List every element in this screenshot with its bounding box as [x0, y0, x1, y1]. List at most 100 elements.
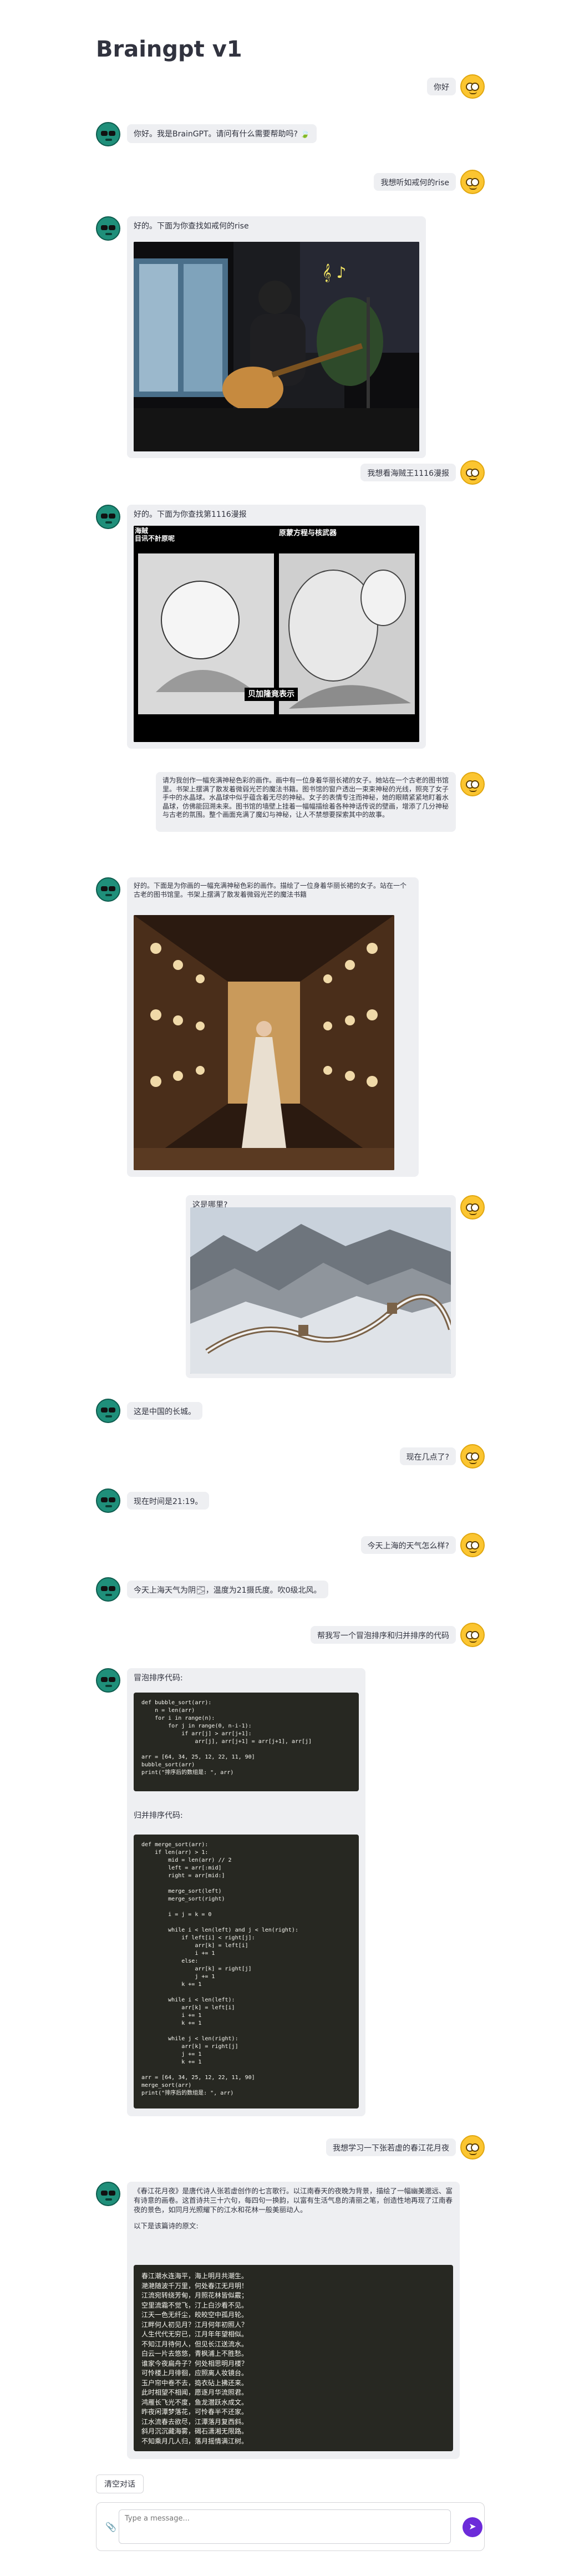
merge-sort-code-line: j += 1: [141, 2051, 202, 2057]
chat-message-assistant: 现在时间是21:19。: [96, 1488, 485, 1513]
great-wall-image: [190, 1207, 451, 1374]
user-avatar-icon: [460, 170, 485, 194]
merge-sort-code-line: arr[k] = left[i]: [141, 2005, 235, 2011]
merge-sort-code-line: arr[k] = right[j]: [141, 2044, 238, 2050]
merge-sort-code-line: if left[i] < right[j]:: [141, 1935, 255, 1941]
library-painting-illustration: [134, 915, 394, 1170]
poem-line: 谁家今夜扁舟子？何处相思明月楼？: [141, 2359, 248, 2367]
message-bubble: 《春江花月夜》是唐代诗人张若虚创作的七言歌行。以江南春天的夜晚为背景，描绘了一幅…: [127, 2182, 460, 2459]
message-bubble: 好的。下面为你查找如戒何的rise 𝄞 ♪: [127, 216, 426, 458]
poem-line: 玉户帘中卷不去，捣衣砧上拂还来。: [141, 2379, 248, 2387]
message-text: 今天上海的天气怎么样?: [360, 1536, 456, 1554]
bot-avatar-icon: [96, 122, 120, 146]
merge-sort-code-line: arr[k] = right[j]: [141, 1966, 252, 1972]
send-icon[interactable]: ➤: [463, 2517, 482, 2537]
poem-line: 不知江月待何人，但见长江送流水。: [141, 2340, 248, 2348]
merge-sort-code-line: else:: [141, 1958, 199, 1964]
merge-sort-code-line: while i < len(left):: [141, 1997, 235, 2003]
message-bubble: 冒泡排序代码: def bubble_sort(arr): n = len(ar…: [127, 1668, 365, 2116]
message-input[interactable]: [119, 2509, 451, 2544]
chat-message-assistant: 《春江花月夜》是唐代诗人张若虚创作的七言歌行。以江南春天的夜晚为背景，描绘了一幅…: [96, 2182, 485, 2459]
bubble-sort-code-line: n = len(arr): [141, 1708, 195, 1714]
merge-sort-code-line: def merge_sort(arr):: [141, 1842, 209, 1848]
chat-message-user: 请为我创作一幅充满神秘色彩的画作。画中有一位身着华丽长裙的女子。她站在一个古老的…: [96, 772, 485, 833]
message-bubble: 好的。下面是为你画的一幅充满神秘色彩的画作。描绘了一位身着华丽长裙的女子。站在一…: [127, 877, 419, 1177]
message-text: 请为我创作一幅充满神秘色彩的画作。画中有一位身着华丽长裙的女子。她站在一个古老的…: [156, 772, 456, 832]
merge-sort-code-line: mid = len(arr) // 2: [141, 1857, 232, 1863]
manga-page-image: 海賊 目讯不計原呢 原蒙方程与核武器 贝加隆竟表示: [134, 526, 419, 742]
merge-sort-code-line: merge_sort(right): [141, 1896, 225, 1902]
message-bubble: 这是哪里?: [186, 1195, 456, 1378]
chat-message-assistant: 好的。下面是为你画的一幅充满神秘色彩的画作。描绘了一位身着华丽长裙的女子。站在一…: [96, 877, 485, 1177]
library-painting-image: [134, 915, 394, 1170]
merge-sort-code-line: print("排序后的数组是: ", arr): [141, 2090, 234, 2096]
bot-avatar-icon: [96, 216, 120, 241]
bot-avatar-icon: [96, 1399, 120, 1423]
message-text: 好的。下面为你查找第1116漫报: [134, 510, 247, 519]
message-text: 这是中国的长城。: [127, 1402, 202, 1420]
message-text: 好的。下面为你查找如戒何的rise: [134, 222, 249, 231]
poem-text-block: 春江潮水连海平，海上明月共潮生。 滟滟随波千万里，何处春江无月明！ 江流宛转绕芳甸，…: [134, 2265, 453, 2451]
bot-avatar-icon: [96, 1668, 120, 1693]
bubble-sort-code-line: for j in range(0, n-i-1):: [141, 1723, 252, 1729]
chat-message-assistant: 好的。下面为你查找第1116漫报 海賊 目讯不計原呢 原蒙方程与核武器 贝加隆竟…: [96, 505, 485, 749]
poem-line: 江水流春去欲尽，江潭落月复西斜。: [141, 2417, 248, 2426]
bot-avatar-icon: [96, 2182, 120, 2206]
user-avatar-icon: [460, 74, 485, 99]
user-avatar-icon: [460, 2135, 485, 2160]
message-bubble: 好的。下面为你查找第1116漫报 海賊 目讯不計原呢 原蒙方程与核武器 贝加隆竟…: [127, 505, 426, 749]
poem-line: 白云一片去悠悠，青枫浦上不胜愁。: [141, 2350, 248, 2357]
user-avatar-icon: [460, 1444, 485, 1469]
merge-sort-code-line: [141, 1880, 351, 1888]
poem-line: 此时相望不相闻，愿逐月华流照君。: [141, 2389, 248, 2396]
paperclip-icon[interactable]: 📎: [105, 2522, 116, 2532]
message-text: 现在时间是21:19。: [127, 1492, 210, 1510]
guitar-player-illustration: 𝄞 ♪: [134, 242, 419, 451]
poem-line: 昨夜闲潭梦落花，可怜春半不还家。: [141, 2408, 248, 2416]
bubble-sort-code-line: if arr[j] > arr[j+1]:: [141, 1731, 252, 1737]
merge-sort-code-line: j += 1: [141, 1974, 215, 1980]
bot-avatar-icon: [96, 505, 120, 529]
poem-line: 人生代代无穷已，江月年年望相似。: [141, 2330, 248, 2338]
poem-label: 以下是该篇诗的原文:: [134, 2222, 199, 2230]
poem-line: 江天一色无纤尘，皎皎空中孤月轮。: [141, 2311, 248, 2319]
merge-sort-code-line: [141, 1903, 351, 1911]
merge-sort-code-line: k += 1: [141, 2020, 202, 2026]
great-wall-illustration: [190, 1207, 451, 1374]
bubble-sort-code-line: for i in range(n):: [141, 1715, 215, 1721]
user-avatar-icon: [460, 1623, 485, 1647]
message-text: 你好: [427, 78, 456, 95]
user-avatar-icon: [460, 772, 485, 796]
message-text: 我想学习一下张若虚的春江花月夜: [326, 2138, 456, 2156]
merge-sort-code-line: arr = [64, 34, 25, 12, 22, 11, 90]: [141, 2075, 255, 2081]
poem-line: 江流宛转绕芳甸，月照花林皆似霰；: [141, 2292, 248, 2299]
merge-sort-code-line: i += 1: [141, 1950, 215, 1957]
page-title: Braingpt v1: [96, 37, 242, 62]
message-text: 你好。我是BrainGPT。请问有什么需要帮助吗? 🍃: [127, 124, 317, 143]
merge-sort-title: 归并排序代码:: [134, 1811, 183, 1820]
chat-message-user: 现在几点了?: [96, 1444, 485, 1469]
merge-sort-code-line: [141, 1919, 351, 1927]
merge-sort-code-line: i += 1: [141, 2013, 202, 2019]
merge-sort-code-line: left = arr[:mid]: [141, 1865, 222, 1871]
chat-message-user: 我想听如戒何的rise: [96, 170, 485, 194]
merge-sort-code-line: k += 1: [141, 1981, 202, 1988]
poem-line: 鸿雁长飞光不度，鱼龙潜跃水成文。: [141, 2398, 248, 2406]
bot-avatar-icon: [96, 1577, 120, 1602]
chat-message-user: 我想看海贼王1116漫报: [96, 460, 485, 485]
message-text: 好的。下面是为你画的一幅充满神秘色彩的画作。描绘了一位身着华丽长裙的女子。站在一…: [134, 882, 407, 898]
manga-overlay-top-left: 海賊 目讯不計原呢: [135, 527, 175, 542]
user-avatar-icon: [460, 1195, 485, 1220]
message-text: 帮我写一个冒泡排序和归并排序的代码: [311, 1626, 456, 1644]
manga-panels-illustration: [134, 526, 419, 742]
guitar-performance-image: 𝄞 ♪: [134, 242, 419, 451]
bot-avatar-icon: [96, 877, 120, 902]
merge-sort-code-line: [141, 2028, 351, 2035]
merge-sort-code-line: arr[k] = left[i]: [141, 1943, 248, 1949]
svg-text:𝄞 ♪: 𝄞 ♪: [322, 263, 346, 282]
merge-sort-code-line: if len(arr) > 1:: [141, 1850, 209, 1856]
clear-chat-button[interactable]: 清空对话: [96, 2475, 144, 2493]
manga-overlay-top-right: 原蒙方程与核武器: [279, 529, 337, 537]
bubble-sort-code-line: arr[j], arr[j+1] = arr[j+1], arr[j]: [141, 1739, 312, 1745]
poem-line: 可怜楼上月徘徊，应照离人妆镜台。: [141, 2369, 248, 2377]
